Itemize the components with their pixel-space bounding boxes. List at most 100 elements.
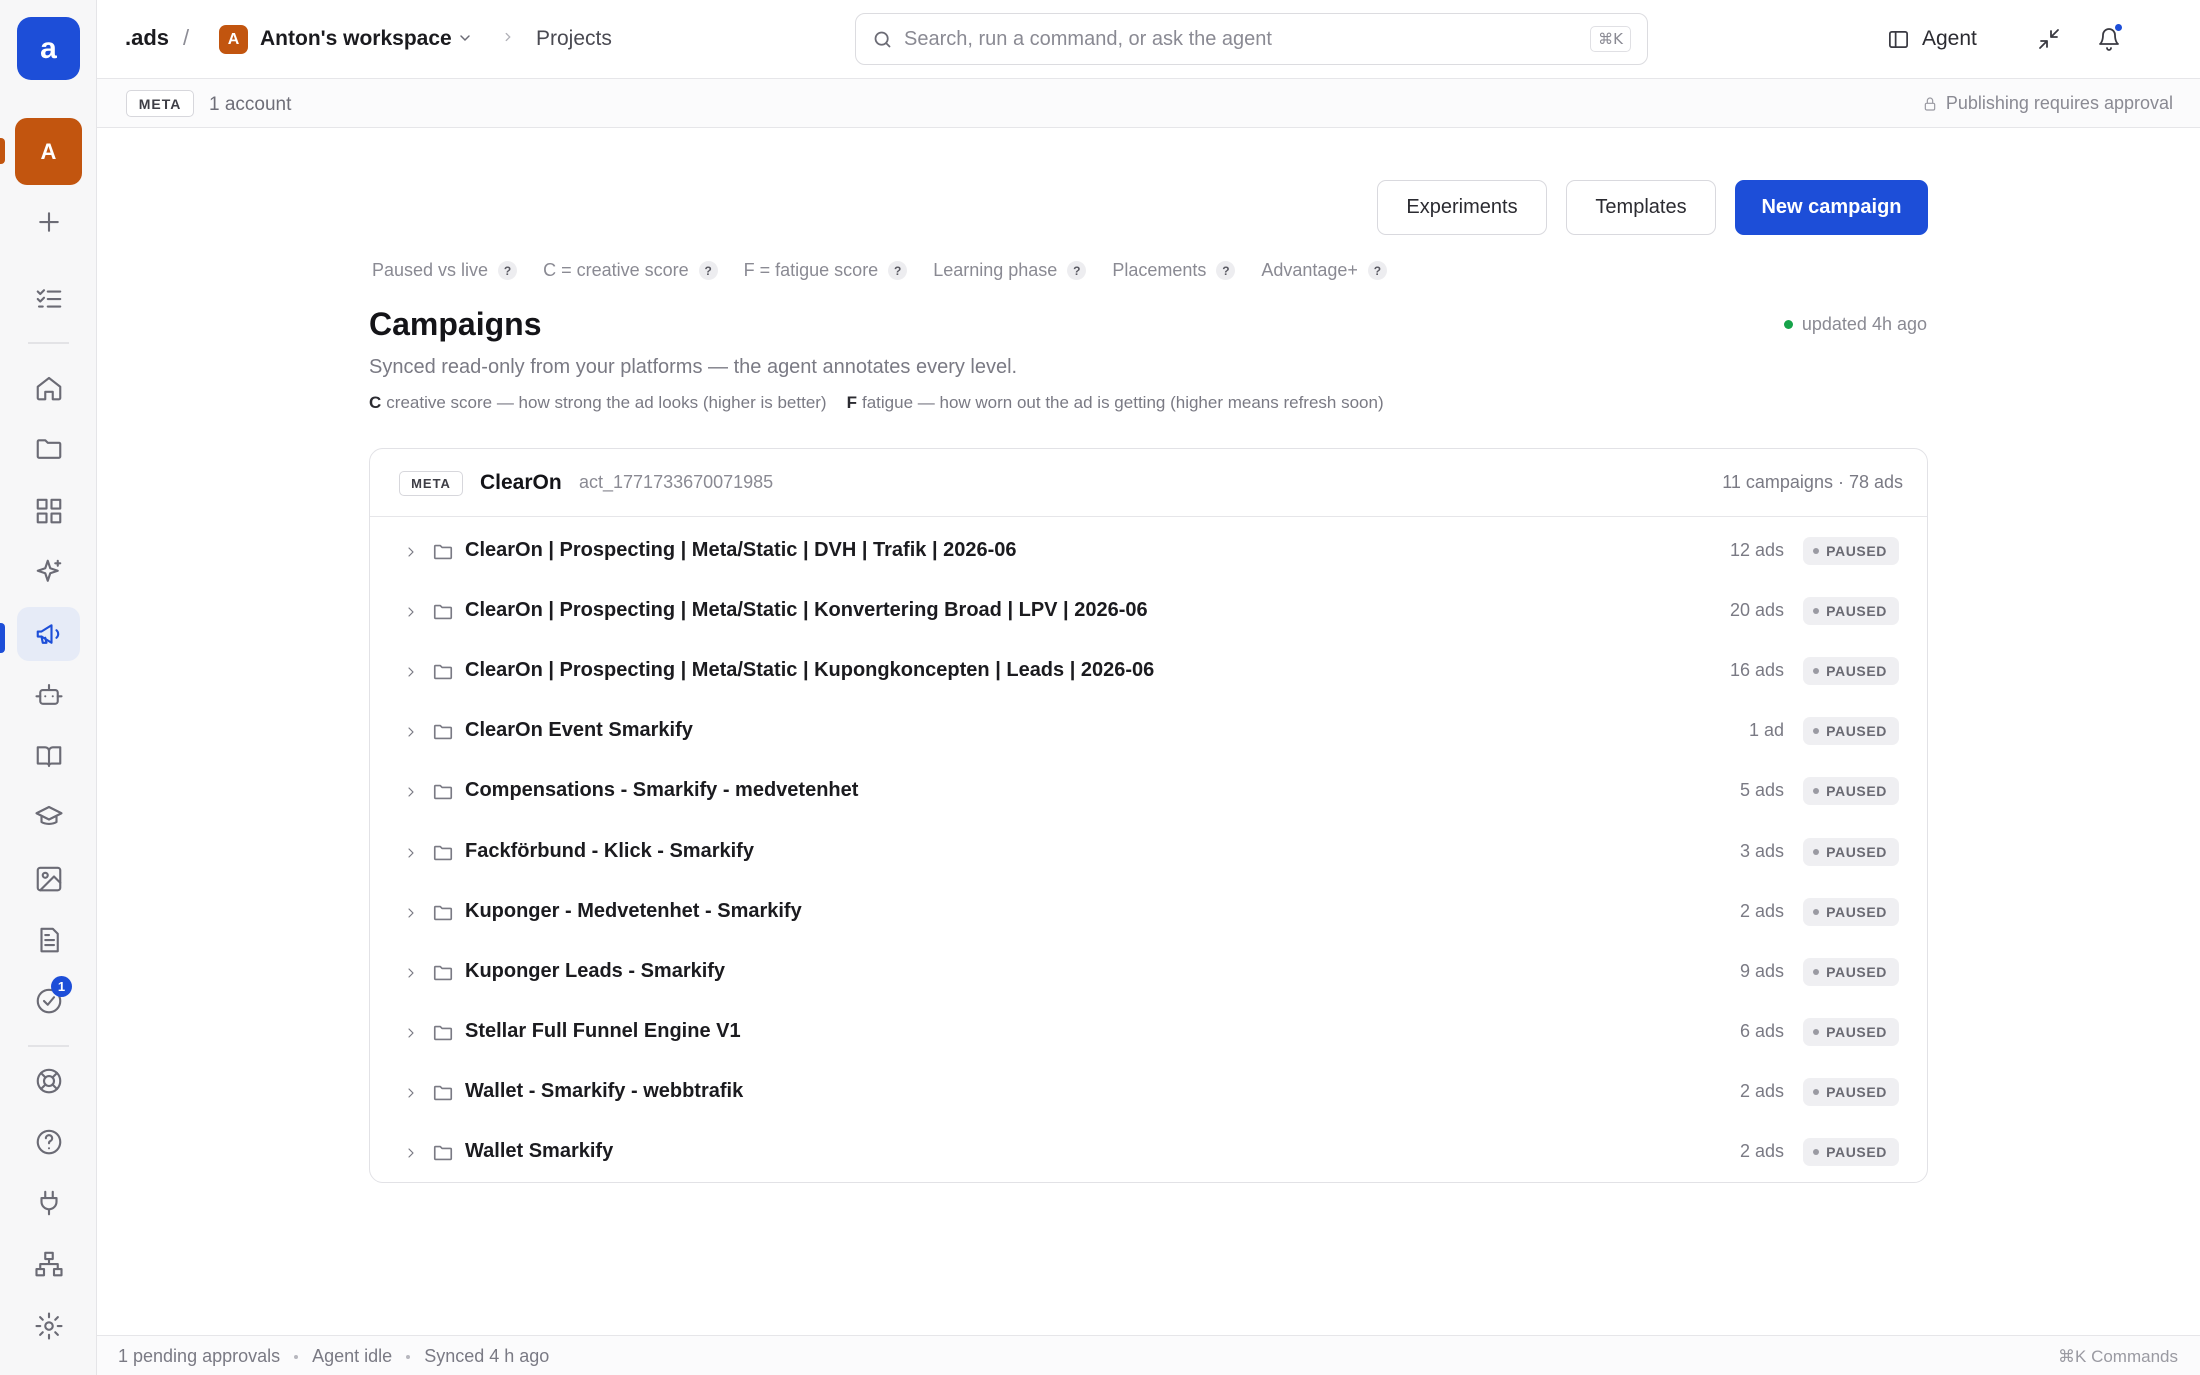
search-input[interactable] [904,24,1564,54]
campaign-name[interactable]: Kuponger Leads - Smarkify [465,960,725,983]
workspace-name[interactable]: Anton's workspace [260,27,452,51]
legend-item[interactable]: Advantage+? [1261,260,1387,281]
nav-creatives[interactable] [17,852,80,906]
help-icon[interactable]: ? [698,261,718,280]
chevron-right-icon[interactable] [403,965,419,981]
legend-item[interactable]: F = fatigue score? [744,260,908,281]
command-search[interactable]: ⌘K [855,13,1648,65]
status-label: PAUSED [1826,783,1887,799]
collapse-button[interactable] [2032,22,2066,56]
campaign-ad-count: 12 ads [1729,540,1784,560]
campaign-name[interactable]: Compensations - Smarkify - medvetenhet [465,779,858,802]
app-logo[interactable]: a [17,17,80,80]
help-icon[interactable]: ? [1216,261,1236,280]
nav-integrations[interactable] [17,1176,80,1230]
help-icon[interactable]: ? [1367,261,1387,280]
nav-library[interactable] [17,729,80,783]
legend-item[interactable]: C = creative score? [543,260,718,281]
new-campaign-button[interactable]: New campaign [1735,180,1928,235]
legend-item[interactable]: Placements? [1112,260,1236,281]
legend-item[interactable]: Learning phase? [933,260,1087,281]
nav-dashboard[interactable] [17,484,80,538]
chevron-right-icon[interactable] [403,664,419,680]
legend-label: Placements [1112,260,1207,280]
nav-projects[interactable] [17,422,80,476]
help-icon[interactable]: ? [1067,261,1087,280]
campaign-row[interactable]: ClearOn Event Smarkify 1 ad PAUSED [370,703,1927,762]
platform-tag[interactable]: META [126,90,194,117]
campaign-name[interactable]: ClearOn | Prospecting | Meta/Static | Ku… [465,659,1154,682]
status-bar-left: 1 pending approvals Agent idle Synced 4 … [118,1346,549,1367]
panel-icon [1889,30,1908,48]
hierarchy-icon [34,1251,63,1277]
status-label: PAUSED [1826,964,1887,980]
chevron-down-icon[interactable] [457,30,473,51]
campaign-row[interactable]: Wallet - Smarkify - webbtrafik 2 ads PAUSE… [370,1064,1927,1123]
commands-hint[interactable]: ⌘K Commands [2058,1347,2178,1367]
brand-name[interactable]: .ads [125,25,169,51]
agent-button[interactable]: Agent [1887,22,1977,56]
chevron-right-icon[interactable] [403,604,419,620]
help-icon[interactable]: ? [888,261,908,280]
campaign-name[interactable]: Fackförbund - Klick - Smarkify [465,840,754,863]
chevron-right-icon[interactable] [403,845,419,861]
campaign-name[interactable]: ClearOn | Prospecting | Meta/Static | DV… [465,539,1017,562]
campaign-row[interactable]: Fackförbund - Klick - Smarkify 3 ads PAUSE… [370,824,1927,883]
campaign-row[interactable]: Wallet Smarkify 2 ads PAUSED [370,1124,1927,1183]
chevron-right-icon[interactable] [403,1025,419,1041]
campaign-name[interactable]: ClearOn Event Smarkify [465,719,693,742]
experiments-button[interactable]: Experiments [1377,180,1547,235]
chevron-right-icon[interactable] [403,905,419,921]
campaign-row[interactable]: Kuponger - Medvetenhet - Smarkify 2 ads PA… [370,884,1927,943]
account-name[interactable]: ClearOn [480,471,562,495]
nav-approvals[interactable]: 1 [17,974,80,1028]
status-dot [1813,909,1820,915]
campaign-name[interactable]: Stellar Full Funnel Engine V1 [465,1020,741,1043]
campaign-row[interactable]: ClearOn | Prospecting | Meta/Static | Ko… [370,583,1927,642]
campaign-row[interactable]: ClearOn | Prospecting | Meta/Static | Ku… [370,643,1927,702]
status-dot [1813,788,1820,794]
chevron-right-icon[interactable] [403,1085,419,1101]
checklist-button[interactable] [17,272,80,326]
grid-icon [36,498,61,524]
campaign-name[interactable]: ClearOn | Prospecting | Meta/Static | Ko… [465,599,1148,622]
status-dot [1783,320,1793,329]
pending-approvals[interactable]: 1 pending approvals [118,1346,280,1367]
workspace-switcher[interactable]: A [15,118,82,185]
add-workspace-button[interactable] [17,195,80,249]
nav-ai[interactable] [17,545,80,599]
campaign-row[interactable]: Kuponger Leads - Smarkify 9 ads PAUSED [370,944,1927,1003]
breadcrumb-projects[interactable]: Projects [536,27,612,51]
nav-reports[interactable] [17,913,80,967]
sync-status: updated 4h ago [1783,314,1927,335]
campaign-name[interactable]: Kuponger - Medvetenhet - Smarkify [465,900,802,923]
templates-button[interactable]: Templates [1566,180,1716,235]
chevron-right-icon[interactable] [403,784,419,800]
campaign-ad-count: 9 ads [1739,961,1784,981]
nav-help[interactable] [17,1115,80,1169]
campaign-name[interactable]: Wallet - Smarkify - webbtrafik [465,1080,743,1103]
chevron-right-icon[interactable] [403,724,419,740]
chevron-right-icon[interactable] [403,1145,419,1161]
nav-learn[interactable] [17,790,80,844]
left-rail: a A 1 [0,0,97,1375]
nav-agents[interactable] [17,668,80,722]
campaign-row[interactable]: ClearOn | Prospecting | Meta/Static | DV… [370,523,1927,582]
platform-bar: META 1 account Publishing requires appro… [97,79,2200,128]
nav-support[interactable] [17,1054,80,1108]
nav-structure[interactable] [17,1237,80,1291]
nav-home[interactable] [17,361,80,415]
chevron-right-icon[interactable] [403,544,419,560]
notification-dot [2114,23,2123,32]
nav-campaigns[interactable] [17,607,80,661]
legend-item[interactable]: Paused vs live? [372,260,518,281]
campaign-row[interactable]: Compensations - Smarkify - medvetenhet 5 … [370,763,1927,822]
status-label: PAUSED [1826,1084,1887,1100]
account-count: 1 account [209,94,292,115]
campaign-name[interactable]: Wallet Smarkify [465,1140,613,1163]
campaign-row[interactable]: Stellar Full Funnel Engine V1 6 ads PAUSED [370,1004,1927,1063]
help-icon[interactable]: ? [498,261,518,280]
notifications-button[interactable] [2092,22,2126,56]
status-dot [1813,849,1820,855]
nav-settings[interactable] [17,1299,80,1353]
